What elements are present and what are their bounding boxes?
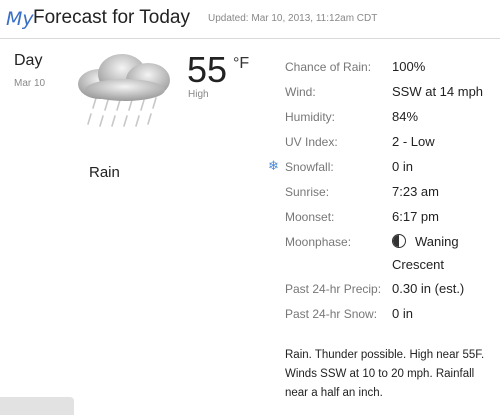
forecast-header: My Forecast for Today Updated: Mar 10, 2…	[0, 0, 500, 39]
detail-value: 2 - Low	[392, 134, 435, 149]
detail-value: 84%	[392, 109, 419, 124]
detail-row-sunrise: Sunrise: 7:23 am	[285, 181, 500, 203]
detail-label: Moonphase:	[285, 235, 352, 249]
forecast-description: Rain. Thunder possible. High near 55F. W…	[285, 349, 485, 399]
snowflake-icon: ❄	[268, 158, 279, 173]
detail-label: Sunrise:	[285, 185, 330, 199]
detail-row-moonset: Moonset: 6:17 pm	[285, 206, 500, 228]
detail-label: Humidity:	[285, 110, 336, 124]
detail-value: 0 in	[392, 159, 413, 174]
bottom-scroll-tab[interactable]	[0, 397, 74, 415]
detail-label: Moonset:	[285, 210, 335, 224]
detail-value: 0.30 in (est.)	[392, 281, 465, 296]
detail-value: SSW at 14 mph	[392, 84, 484, 99]
period-label: Day	[14, 52, 43, 69]
page-title: Forecast for Today	[33, 7, 191, 28]
waning-crescent-moon-icon	[392, 234, 406, 248]
temperature-unit: °F	[233, 55, 250, 72]
detail-row-uv-index: UV Index: 2 - Low	[285, 131, 500, 153]
detail-label: UV Index:	[285, 135, 338, 149]
rain-cloud-icon	[78, 54, 170, 127]
brand-logo[interactable]: My	[6, 9, 34, 29]
detail-value: 100%	[392, 59, 426, 74]
detail-row-past-precip: Past 24-hr Precip: 0.30 in (est.)	[285, 278, 500, 300]
detail-row-snowfall: ❄ Snowfall: 0 in	[268, 156, 500, 178]
detail-label: Snowfall:	[285, 160, 334, 174]
detail-value: 7:23 am	[392, 184, 439, 199]
detail-row-chance-of-rain: Chance of Rain: 100%	[285, 56, 500, 78]
period-date: Mar 10	[14, 78, 46, 89]
moonphase-value-line1: Waning	[415, 234, 459, 249]
detail-row-humidity: Humidity: 84%	[285, 106, 500, 128]
detail-label: Chance of Rain:	[285, 60, 372, 74]
detail-label: Past 24-hr Precip:	[285, 282, 382, 296]
temperature-type: High	[188, 89, 209, 100]
moonphase-value-line2: Crescent	[392, 257, 445, 272]
detail-row-wind: Wind: SSW at 14 mph	[285, 81, 500, 103]
detail-value: 6:17 pm	[392, 209, 439, 224]
updated-timestamp: Updated: Mar 10, 2013, 11:12am CDT	[208, 13, 378, 24]
detail-row-moonphase: Moonphase: Waning Crescent	[285, 231, 500, 277]
detail-label: Wind:	[285, 85, 316, 99]
detail-value: 0 in	[392, 306, 413, 321]
temperature-value: 55	[187, 49, 228, 90]
condition-text: Rain	[89, 164, 120, 181]
detail-label: Past 24-hr Snow:	[285, 307, 378, 321]
detail-row-past-snow: Past 24-hr Snow: 0 in	[285, 303, 500, 325]
